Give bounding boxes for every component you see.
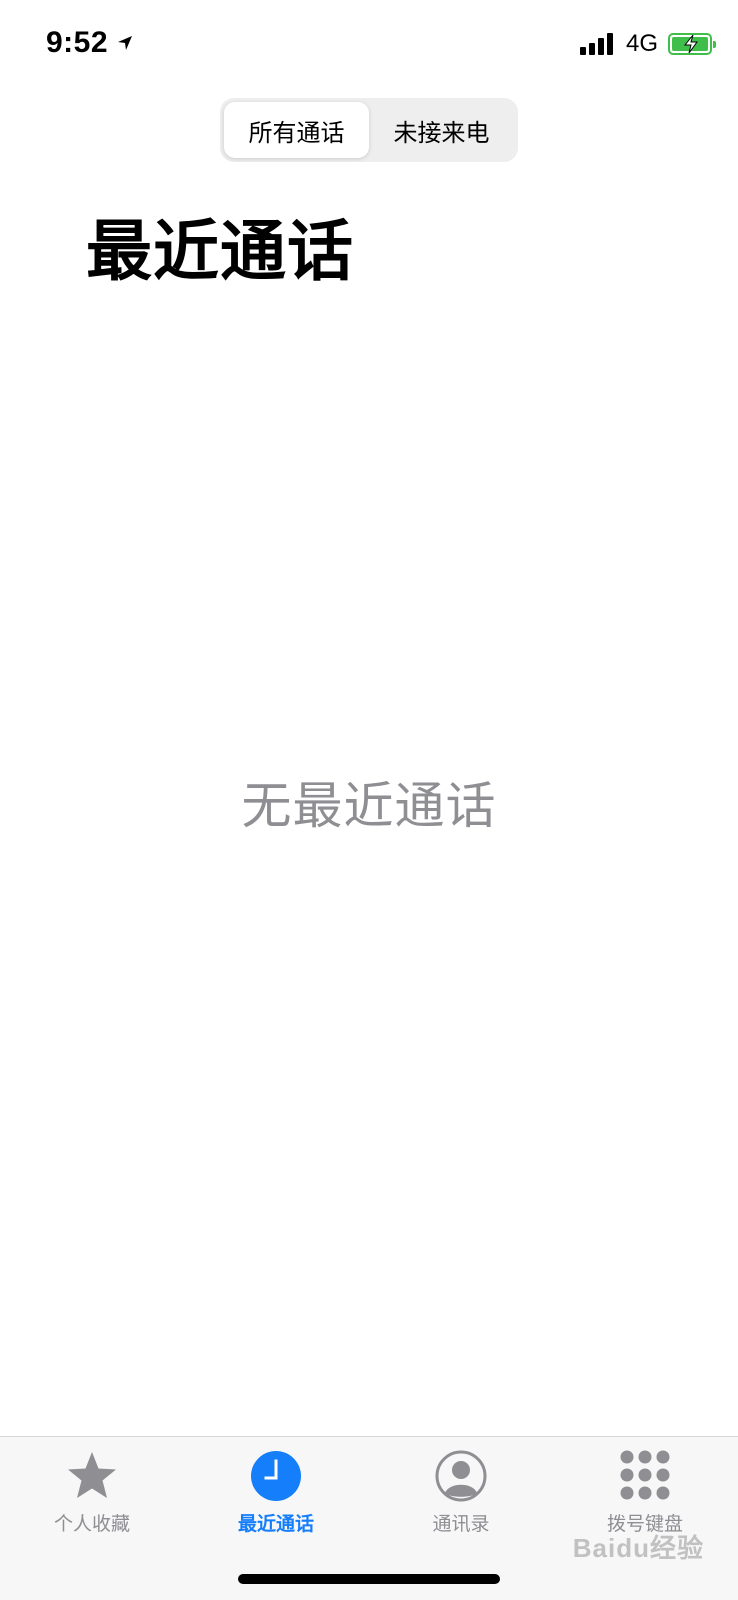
status-time-group: 9:52 xyxy=(46,26,134,60)
phone-recents-screen: 9:52 4G 所有通话 未接来电 最近通话 无最近通话 个人收藏 最近通话 通… xyxy=(0,0,738,1600)
segment-missed-calls[interactable]: 未接来电 xyxy=(369,102,514,158)
clock-icon xyxy=(249,1449,303,1503)
tab-label-favorites: 个人收藏 xyxy=(53,1513,130,1535)
call-filter-segmented-control: 所有通话 未接来电 xyxy=(220,98,518,162)
tab-contacts[interactable]: 通讯录 xyxy=(371,1449,551,1536)
tab-recents[interactable]: 最近通话 xyxy=(186,1449,366,1536)
status-bar: 9:52 4G xyxy=(0,0,738,90)
tab-favorites[interactable]: 个人收藏 xyxy=(2,1449,182,1536)
home-indicator[interactable] xyxy=(238,1574,500,1584)
status-indicators: 4G xyxy=(579,30,716,58)
keypad-icon xyxy=(618,1449,672,1503)
page-title: 最近通话 xyxy=(86,213,354,290)
tab-label-recents: 最近通话 xyxy=(237,1513,314,1535)
tab-keypad[interactable]: 拨号键盘 xyxy=(555,1449,735,1536)
segment-all-calls[interactable]: 所有通话 xyxy=(224,102,369,158)
location-arrow-icon xyxy=(116,34,134,52)
tab-label-contacts: 通讯录 xyxy=(432,1513,490,1535)
battery-charging-icon xyxy=(668,33,716,55)
network-type-label: 4G xyxy=(625,30,658,57)
cellular-signal-icon xyxy=(579,33,616,55)
empty-state-message: 无最近通话 xyxy=(241,777,497,835)
contact-icon xyxy=(434,1449,488,1503)
star-icon xyxy=(65,1449,119,1503)
baidu-watermark: Baidu经验 xyxy=(572,1533,704,1563)
status-time: 9:52 xyxy=(46,26,109,59)
